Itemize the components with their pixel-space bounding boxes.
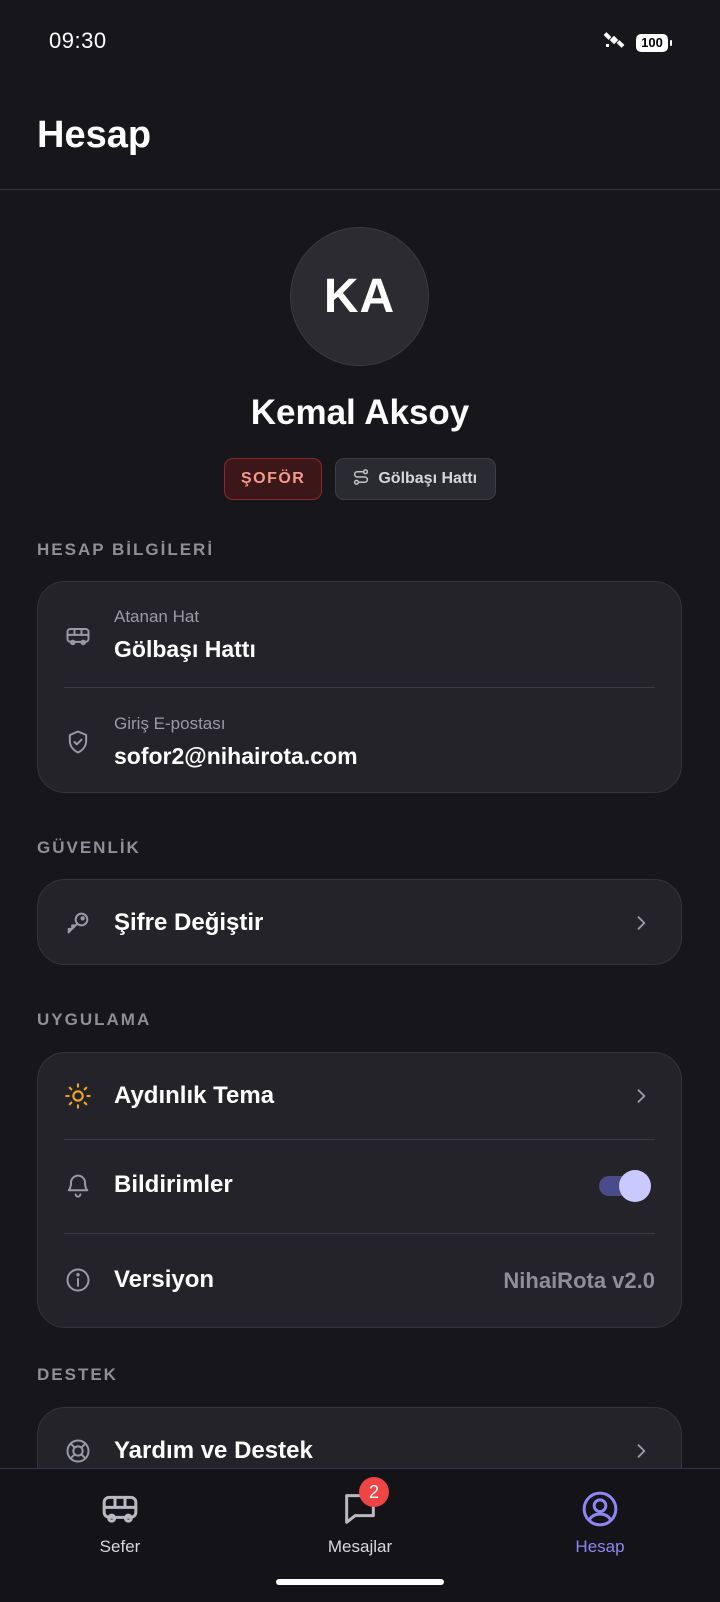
lifebuoy-icon: [64, 1437, 92, 1465]
bus-icon: [102, 1495, 138, 1523]
nav-icon-wrap: [580, 1489, 620, 1529]
section-title-app: UYGULAMA: [37, 1010, 152, 1029]
app-header: Hesap: [0, 84, 720, 190]
security-card: Şifre Değiştir: [37, 879, 682, 965]
nav-icon-wrap: 2: [340, 1477, 389, 1529]
section-title-support: DESTEK: [37, 1365, 118, 1384]
support-card: Yardım ve Destek: [37, 1407, 682, 1468]
nav-label-mesajlar: Mesajlar: [327, 1537, 393, 1556]
shield-check-icon: [64, 728, 92, 756]
chevron-right-icon: [631, 1086, 651, 1106]
nav-item-hesap[interactable]: Hesap: [520, 1489, 680, 1557]
sun-icon: [64, 1082, 92, 1110]
nav-item-mesajlar[interactable]: 2 Mesajlar: [280, 1477, 440, 1557]
light-theme-row[interactable]: Aydınlık Tema: [38, 1053, 681, 1139]
status-icons: 100: [602, 28, 672, 57]
page-title: Hesap: [37, 114, 152, 156]
notifications-label: Bildirimler: [114, 1171, 233, 1198]
assigned-line-value: Gölbaşı Hattı: [114, 636, 256, 662]
bus-icon: [64, 622, 92, 650]
section-title-security: GÜVENLİK: [37, 838, 141, 857]
toggle-knob: [619, 1170, 651, 1202]
bottom-nav: Sefer 2 Mesajlar Hesap: [0, 1468, 720, 1602]
line-badge-label: Gölbaşı Hattı: [378, 470, 478, 487]
account-info-card: Atanan Hat Gölbaşı Hattı Giriş E-postası…: [37, 581, 682, 793]
version-row: Versiyon NihaiRota v2.0: [38, 1234, 681, 1327]
change-password-row[interactable]: Şifre Değiştir: [38, 880, 681, 964]
home-indicator: [276, 1579, 444, 1585]
nav-icon-wrap: [100, 1489, 140, 1529]
battery-indicator: 100: [636, 33, 672, 52]
help-row[interactable]: Yardım ve Destek: [38, 1408, 681, 1468]
info-icon: [64, 1266, 92, 1294]
key-icon: [64, 909, 92, 937]
line-badge: Gölbaşı Hattı: [335, 458, 497, 500]
user-name: Kemal Aksoy: [250, 393, 470, 432]
version-label: Versiyon: [114, 1266, 215, 1293]
section-title-account-info: HESAP BİLGİLERİ: [37, 540, 215, 559]
account-scroll-area[interactable]: KA Kemal Aksoy ŞOFÖR Gölbaşı Hattı HESAP…: [0, 190, 720, 1468]
version-value: NihaiRota v2.0: [503, 1268, 655, 1293]
email-label: Giriş E-postası: [114, 714, 226, 733]
status-bar: 09:30 100: [0, 0, 720, 84]
change-password-label: Şifre Değiştir: [114, 909, 264, 936]
chevron-right-icon: [631, 913, 651, 933]
role-badge: ŞOFÖR: [223, 458, 323, 500]
notifications-row: Bildirimler: [38, 1140, 681, 1233]
unread-count-badge: 2: [359, 1477, 389, 1507]
assigned-line-row: Atanan Hat Gölbaşı Hattı: [38, 582, 681, 687]
nav-label-sefer: Sefer: [99, 1537, 141, 1556]
satellite-icon: [602, 28, 626, 57]
bell-icon: [64, 1171, 92, 1199]
help-label: Yardım ve Destek: [114, 1437, 313, 1464]
app-settings-card: Aydınlık Tema Bildirimler Versiyon Nihai…: [37, 1052, 682, 1328]
notifications-toggle[interactable]: [599, 1170, 651, 1202]
email-value: sofor2@nihairota.com: [114, 743, 358, 769]
chevron-right-icon: [631, 1441, 651, 1461]
route-icon: [352, 468, 370, 491]
nav-label-hesap: Hesap: [575, 1537, 625, 1556]
avatar: KA: [290, 227, 429, 366]
profile-badges: ŞOFÖR Gölbaşı Hattı: [0, 458, 720, 500]
light-theme-label: Aydınlık Tema: [114, 1082, 275, 1109]
status-time: 09:30: [49, 28, 107, 53]
nav-item-sefer[interactable]: Sefer: [40, 1489, 200, 1557]
email-row: Giriş E-postası sofor2@nihairota.com: [38, 688, 681, 792]
user-circle-icon: [582, 1491, 618, 1527]
assigned-line-label: Atanan Hat: [114, 607, 200, 626]
